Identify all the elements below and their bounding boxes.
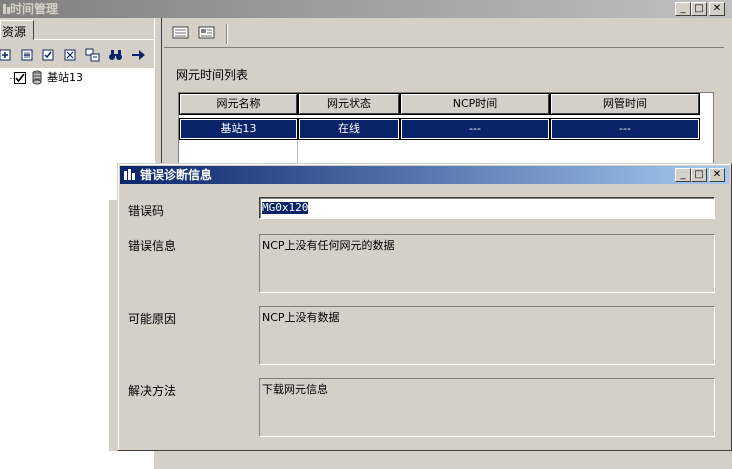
error-info-value: NCP上没有任何网元的数据	[262, 239, 395, 252]
resource-tab[interactable]: 资源	[0, 20, 34, 40]
tree-node-label: 基站13	[47, 71, 83, 84]
go-icon[interactable]	[130, 48, 148, 64]
solution-value: 下载网元信息	[262, 383, 328, 396]
possible-cause-field[interactable]: NCP上没有数据	[259, 306, 715, 365]
maximize-button[interactable]: □	[691, 2, 707, 16]
solution-label: 解决方法	[128, 384, 177, 398]
find-icon[interactable]	[108, 48, 126, 64]
database-icon	[32, 70, 42, 88]
cell-nms-time[interactable]: ---	[550, 118, 700, 140]
outer-title-bar[interactable]: 时间管理 _ □ ✕	[0, 0, 732, 18]
outer-window-title: 时间管理	[10, 2, 59, 16]
tree-node-checkbox[interactable]	[14, 72, 26, 84]
ne-time-table: 网元名称 网元状态 NCP时间 网管时间 基站13 在线 --- ---	[178, 92, 714, 172]
dialog-close-button[interactable]: ✕	[709, 168, 725, 182]
cell-status[interactable]: 在线	[298, 118, 400, 140]
solution-field[interactable]: 下载网元信息	[259, 378, 715, 437]
toolbar-icon-1[interactable]	[172, 26, 190, 42]
cell-name[interactable]: 基站13	[179, 118, 298, 140]
tree-node[interactable]: 基站13	[10, 70, 130, 86]
uncheck-all-icon[interactable]	[63, 48, 81, 64]
resource-tab-label: 资源	[2, 25, 27, 39]
table-row[interactable]: 基站13 在线 --- ---	[179, 118, 715, 140]
tab-underline	[34, 39, 154, 40]
error-code-field[interactable]: MG0x120	[259, 197, 715, 219]
column-header-ncp-time[interactable]: NCP时间	[400, 93, 550, 115]
list-title: 网元时间列表	[176, 68, 249, 82]
possible-cause-label: 可能原因	[128, 312, 177, 326]
possible-cause-value: NCP上没有数据	[262, 311, 340, 324]
check-all-icon[interactable]	[41, 48, 59, 64]
right-toolbar	[164, 22, 724, 48]
minimize-button[interactable]: _	[675, 2, 691, 16]
dialog-maximize-button[interactable]: □	[691, 168, 707, 182]
toolbar-separator	[226, 24, 228, 44]
error-info-label: 错误信息	[128, 239, 177, 253]
column-header-name[interactable]: 网元名称	[179, 93, 298, 115]
dialog-app-icon	[123, 168, 137, 185]
close-button[interactable]: ✕	[709, 2, 725, 16]
dialog-title-bar[interactable]: 错误诊断信息 _ □ ✕	[120, 166, 729, 184]
dialog-minimize-button[interactable]: _	[675, 168, 691, 182]
error-code-label: 错误码	[128, 204, 165, 218]
tree-toolbar	[0, 48, 154, 64]
collapse-all-icon[interactable]	[20, 48, 38, 64]
refresh-icon[interactable]	[85, 48, 103, 64]
error-code-value: MG0x120	[262, 201, 309, 214]
column-header-status[interactable]: 网元状态	[298, 93, 400, 115]
error-dialog: 错误诊断信息 _ □ ✕ 错误码 MG0x120 错误信息 NCP上没有任何网元…	[117, 163, 732, 451]
toolbar-icon-2[interactable]	[198, 26, 216, 42]
expand-all-icon[interactable]	[0, 48, 16, 64]
dialog-title: 错误诊断信息	[140, 168, 213, 182]
column-header-nms-time[interactable]: 网管时间	[550, 93, 700, 115]
error-info-field[interactable]: NCP上没有任何网元的数据	[259, 234, 715, 293]
cell-ncp-time[interactable]: ---	[400, 118, 550, 140]
